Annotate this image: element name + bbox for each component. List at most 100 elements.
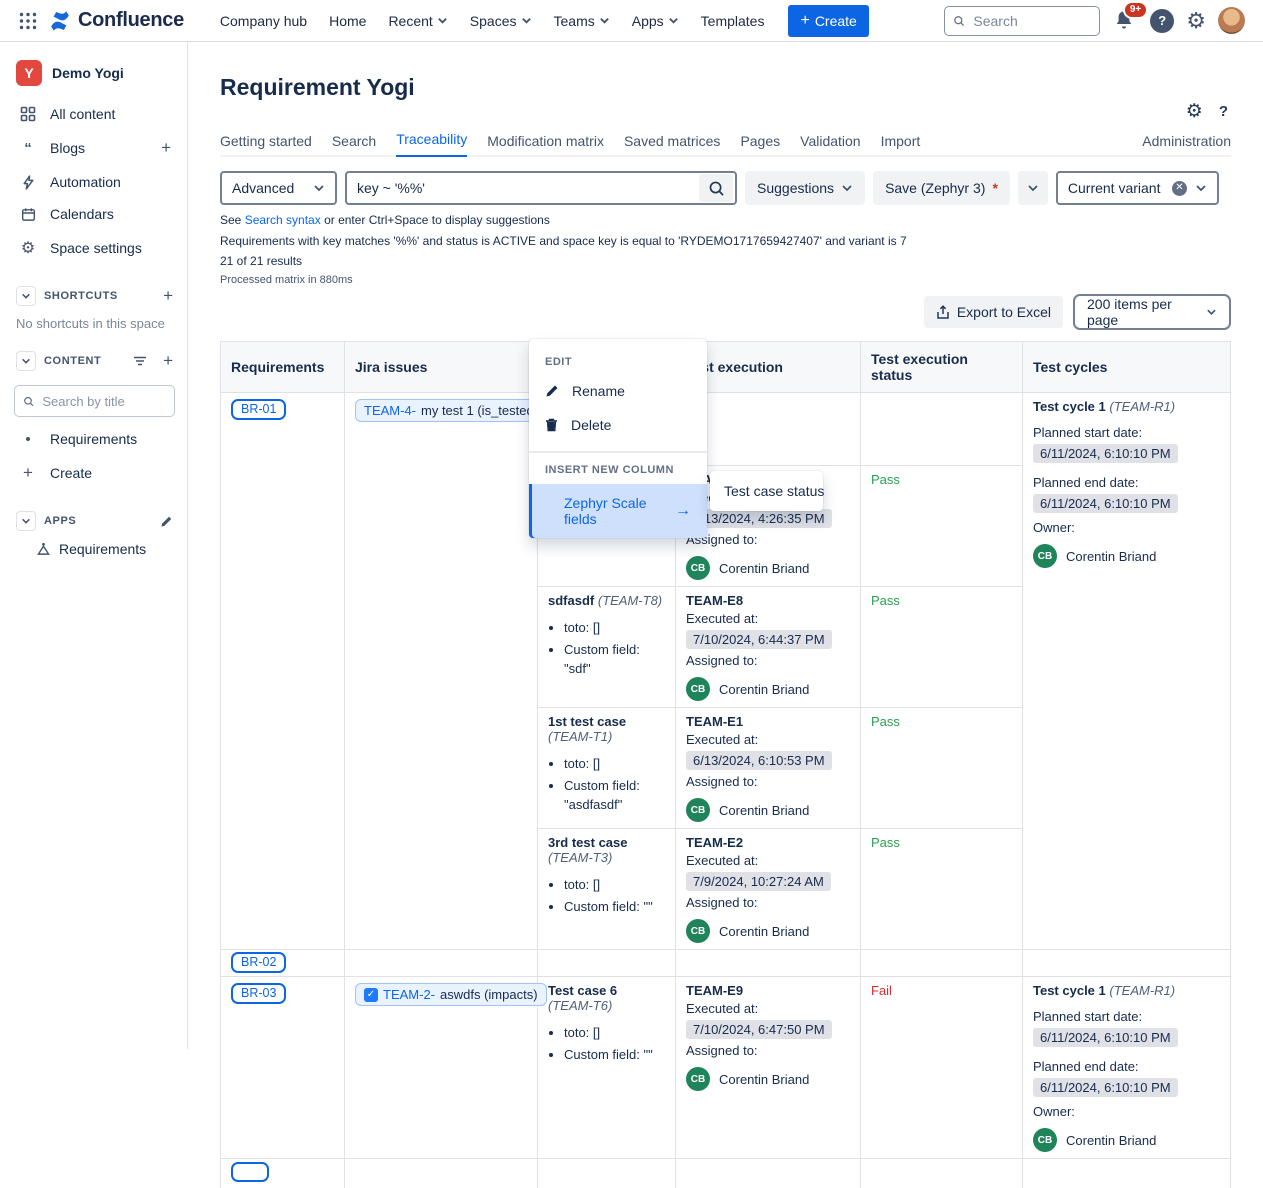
search-syntax-link[interactable]: Search syntax [245,213,321,227]
suggestions-button[interactable]: Suggestions [745,171,865,205]
global-search[interactable] [944,6,1100,36]
nav-apps[interactable]: Apps [624,7,687,35]
chevron-down-icon [521,15,532,26]
collapse-shortcuts-button[interactable] [16,286,36,306]
tab-search[interactable]: Search [332,133,376,157]
col-test-cycles: Test cycles [1023,342,1231,393]
submenu-item-test-case-status[interactable]: Test case status [710,471,823,511]
tab-getting-started[interactable]: Getting started [220,133,312,157]
avatar: CB [1033,1128,1057,1152]
tab-validation[interactable]: Validation [800,133,860,157]
jira-issue-link[interactable]: TEAM-2- [383,987,435,1002]
global-search-input[interactable] [971,12,1091,30]
query-field[interactable] [345,171,737,205]
save-options-button[interactable] [1018,171,1048,205]
nav-spaces[interactable]: Spaces [462,7,540,35]
col-requirements: Requirements [221,342,345,393]
confluence-logo[interactable]: Confluence [48,9,184,33]
sidebar-item-all-content[interactable]: All content [14,98,175,130]
collapse-apps-button[interactable] [16,511,36,531]
status-badge: Pass [871,593,900,608]
content-item-create[interactable]: + Create [14,455,175,491]
menu-item-zephyr-scale-fields[interactable]: Zephyr Scale fields → [529,484,707,538]
run-search-button[interactable] [699,174,733,202]
status-cell: Fail [861,977,1023,1159]
date-chip: 6/11/2024, 6:10:10 PM [1033,1028,1178,1047]
space-logo-icon: Y [16,60,42,86]
menu-item-rename[interactable]: Rename [529,374,707,408]
requirement-badge[interactable]: BR-02 [231,952,286,973]
apps-item-requirements[interactable]: Requirements [14,533,175,565]
test-case-cell: 3rd test case (TEAM-T3) toto: []Custom f… [538,829,676,950]
sidebar-item-calendars[interactable]: Calendars [14,198,175,230]
test-case-cell: sdfasdf (TEAM-T8) toto: []Custom field: … [538,587,676,708]
filter-icon[interactable] [133,355,147,367]
notifications-button[interactable]: 9+ [1112,8,1138,34]
jira-issue-chip[interactable]: ✓ TEAM-2-aswdfs (impacts) [355,983,547,1006]
macro-settings-button[interactable]: ⚙ [1186,102,1203,121]
requirement-badge[interactable]: BR-03 [231,983,286,1004]
add-content-button[interactable]: + [163,351,173,371]
nav-teams[interactable]: Teams [546,7,618,35]
assignee-person: CB Corentin Briand [686,556,850,580]
query-input[interactable] [347,180,699,196]
content-search[interactable] [14,385,175,417]
clear-variant-icon[interactable]: ✕ [1172,181,1187,196]
create-button[interactable]: + Create [788,5,868,37]
assignee-person: CB Corentin Briand [686,677,850,701]
requirement-yogi-icon [36,542,51,556]
sidebar-item-space-settings[interactable]: ⚙ Space settings [14,230,175,266]
jira-issue-link[interactable]: TEAM-4- [364,403,416,418]
nav-recent[interactable]: Recent [380,7,455,35]
status-cell [861,393,1023,466]
nav-templates[interactable]: Templates [693,7,773,35]
tab-pages[interactable]: Pages [740,133,780,157]
assignee-person: CB Corentin Briand [686,798,850,822]
sidebar-item-blogs[interactable]: “ Blogs + [14,130,175,166]
avatar: CB [686,677,710,701]
edit-apps-pencil-icon[interactable] [160,515,173,528]
nav-home[interactable]: Home [321,7,374,35]
app-switcher-icon[interactable] [14,7,42,35]
chevron-down-icon [437,15,448,26]
content-item-requirements[interactable]: Requirements [14,423,175,455]
save-button[interactable]: Save (Zephyr 3) * [873,171,1010,205]
quote-icon: “ [18,140,38,157]
tab-administration[interactable]: Administration [1142,133,1231,157]
page-title: Requirement Yogi [220,74,1231,101]
content-search-input[interactable] [40,393,166,410]
tab-saved-matrices[interactable]: Saved matrices [624,133,720,157]
space-header[interactable]: Y Demo Yogi [14,56,175,98]
tab-modification-matrix[interactable]: Modification matrix [487,133,604,157]
assignee-person: CB Corentin Briand [686,1067,850,1091]
processing-time: Processed matrix in 880ms [220,274,1231,286]
main-content: Requirement Yogi ⚙ ? Getting started Sea… [188,42,1263,1049]
search-toolbar: Advanced Suggestions Save (Zephyr 3) * [220,171,1231,205]
avatar: CB [686,556,710,580]
export-to-excel-button[interactable]: Export to Excel [924,296,1063,328]
add-blog-icon[interactable]: + [161,138,171,158]
chevron-down-icon [841,182,853,194]
variant-select[interactable]: Current variant ✕ [1056,171,1219,205]
plus-icon: + [18,463,38,483]
menu-item-delete[interactable]: Delete [529,408,707,442]
help-button[interactable]: ? [1150,9,1174,33]
nav-company-hub[interactable]: Company hub [212,7,315,35]
requirement-badge[interactable] [231,1162,269,1182]
help-icon[interactable]: ? [1219,103,1228,120]
syntax-help-line: See Search syntax or enter Ctrl+Space to… [220,213,1231,227]
sidebar-item-automation[interactable]: Automation [14,166,175,198]
status-badge: Fail [871,983,892,998]
plus-icon: + [800,12,809,30]
user-avatar[interactable] [1218,7,1245,34]
collapse-content-button[interactable] [16,351,36,371]
add-shortcut-button[interactable]: + [163,286,173,306]
items-per-page-select[interactable]: 200 items per page [1073,294,1231,330]
table-row: BR-03 ✓ TEAM-2-aswdfs (impacts) Test cas… [221,977,1231,1159]
tab-import[interactable]: Import [881,133,921,157]
requirement-badge[interactable]: BR-01 [231,399,286,420]
tab-traceability[interactable]: Traceability [396,131,467,157]
test-execution-cell: TEAM-E2 Executed at: 7/9/2024, 10:27:24 … [676,829,861,950]
settings-button[interactable]: ⚙ [1186,10,1206,32]
search-mode-select[interactable]: Advanced [220,171,337,205]
